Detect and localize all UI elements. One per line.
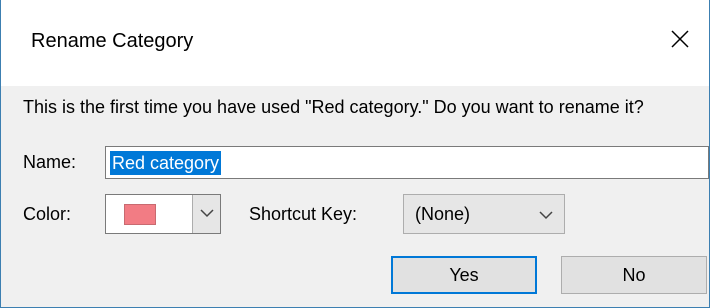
shortcut-key-select[interactable]: (None): [403, 194, 565, 234]
chevron-down-icon: [536, 205, 556, 225]
no-button[interactable]: No: [561, 256, 707, 294]
close-icon: [670, 29, 690, 54]
shortcut-key-value: (None): [415, 204, 471, 224]
yes-button[interactable]: Yes: [391, 256, 537, 294]
color-picker[interactable]: [105, 194, 221, 234]
close-button[interactable]: [657, 18, 703, 64]
shortcut-key-label: Shortcut Key:: [249, 204, 358, 224]
color-swatch: [124, 204, 156, 225]
rename-category-dialog: Rename Category This is the first time y…: [0, 0, 710, 308]
dialog-message: This is the first time you have used "Re…: [23, 97, 644, 117]
color-label: Color:: [23, 204, 72, 224]
title-bar: Rename Category: [1, 0, 709, 86]
color-dropdown-button[interactable]: [192, 195, 220, 233]
name-input-value: Red category: [110, 151, 222, 175]
name-input[interactable]: Red category: [105, 146, 709, 179]
dialog-title: Rename Category: [31, 30, 194, 52]
dialog-body: This is the first time you have used "Re…: [1, 86, 709, 307]
chevron-down-icon: [199, 205, 214, 223]
name-label: Name:: [23, 152, 77, 172]
